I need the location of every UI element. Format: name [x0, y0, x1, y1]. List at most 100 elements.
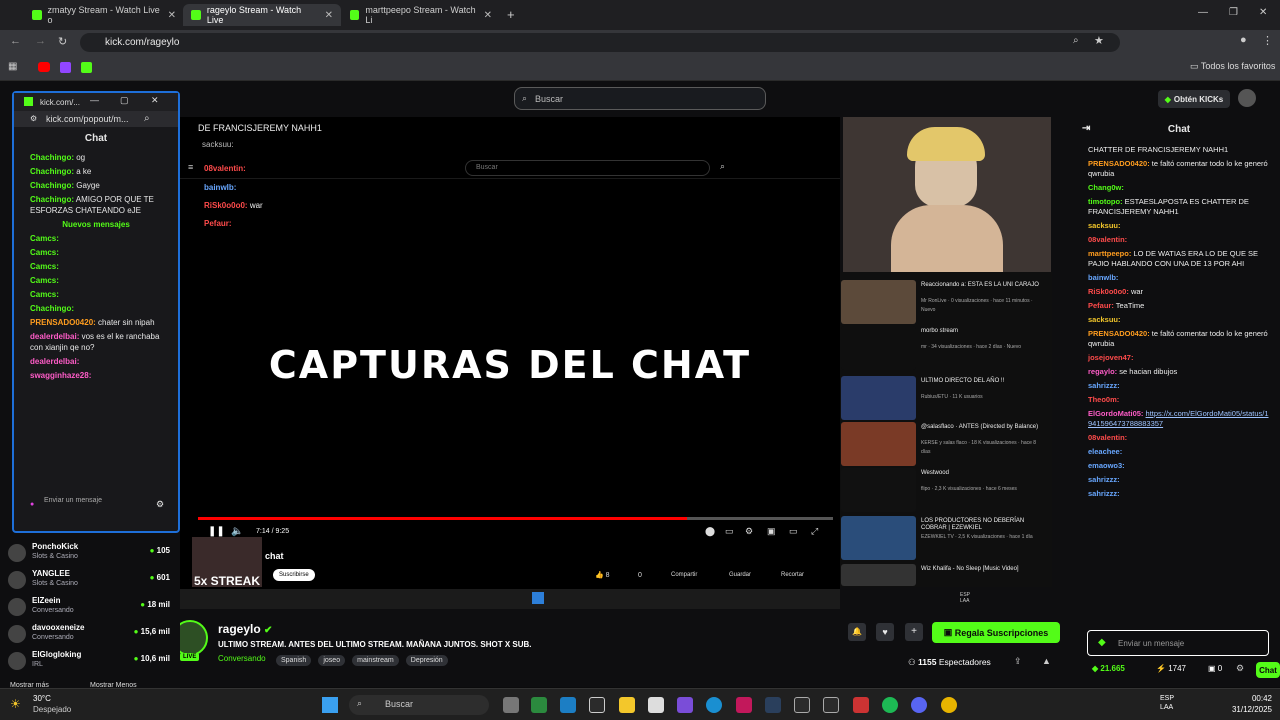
chat-username[interactable]: Chang0w:: [1088, 183, 1124, 192]
chat-username[interactable]: dealerdelbai:: [30, 357, 79, 366]
chat-username[interactable]: dealerdelbai:: [30, 332, 79, 341]
close-tab-icon[interactable]: ✕: [484, 10, 492, 21]
all-favorites-link[interactable]: ▭ Todos los favoritos: [1190, 61, 1275, 72]
chat-username[interactable]: swagginhaze28:: [30, 371, 91, 380]
close-icon[interactable]: ✕: [151, 95, 159, 106]
browser-tab-3[interactable]: marttpeepo Stream - Watch Li ✕: [342, 4, 500, 26]
channel-points[interactable]: ⚡ 1747: [1156, 664, 1186, 673]
autoplay-toggle[interactable]: ⬤: [705, 526, 715, 537]
zoom-icon[interactable]: ⌕: [144, 113, 150, 124]
suggested-video[interactable]: Wiz Khalifa - No Sleep [Music Video]: [840, 564, 1052, 586]
site-info-icon[interactable]: ⚙: [30, 114, 37, 123]
chat-username[interactable]: RiSk0o0o0:: [1088, 287, 1129, 296]
clip-button[interactable]: Recortar: [781, 572, 804, 578]
stream-category[interactable]: Conversando: [218, 654, 266, 663]
chat-username[interactable]: Camcs:: [30, 290, 59, 299]
chrome-icon[interactable]: [941, 697, 957, 713]
chat-username[interactable]: 08valentin:: [1088, 433, 1127, 442]
app-icon[interactable]: [736, 697, 752, 713]
chat-username[interactable]: marttpeepo:: [1088, 249, 1131, 258]
apps-grid-icon[interactable]: ▦: [8, 61, 17, 72]
stream-tag[interactable]: mainstream: [352, 655, 399, 666]
miniplayer-icon[interactable]: ▣: [767, 526, 776, 537]
url-field[interactable]: kick.com/rageylo: [80, 33, 1120, 52]
report-icon[interactable]: ▲: [1042, 656, 1051, 666]
save-button[interactable]: Guardar: [729, 572, 751, 578]
chat-username[interactable]: bainwlb:: [1088, 273, 1118, 282]
chat-username[interactable]: emaowo3:: [1088, 461, 1125, 470]
chat-username[interactable]: Theo0m:: [1088, 395, 1119, 404]
suggested-video[interactable]: Reaccionando a: ESTA ES LA UNI CARAJO Mr…: [840, 280, 1052, 326]
minimize-icon[interactable]: —: [1198, 7, 1208, 18]
close-tab-icon[interactable]: ✕: [325, 10, 333, 21]
suggested-video[interactable]: Westwood flipo · 2,3 K visualizaciones ·…: [840, 468, 1052, 514]
dislike-count[interactable]: 0: [638, 572, 642, 579]
edge-icon[interactable]: [706, 697, 722, 713]
pause-icon[interactable]: ❚❚: [208, 526, 225, 537]
minimize-icon[interactable]: —: [90, 95, 99, 105]
suggested-video[interactable]: @salasflaco · ANTES (Directed by Balance…: [840, 422, 1052, 468]
close-window-icon[interactable]: ✕: [1259, 7, 1267, 18]
chat-username[interactable]: PRENSADO0420:: [1088, 329, 1150, 338]
chat-username[interactable]: Chachingo:: [30, 195, 74, 204]
spotify-icon[interactable]: [882, 697, 898, 713]
chat-username[interactable]: timotopo:: [1088, 197, 1123, 206]
gift-subs-button[interactable]: ▣ Regala Suscripciones: [932, 622, 1060, 643]
site-search-input[interactable]: ⌕ Buscar: [514, 87, 766, 110]
following-item[interactable]: ElGlogloking IRL ● 10,6 mil: [8, 650, 178, 674]
chat-username[interactable]: Chachingo:: [30, 304, 74, 313]
stream-tag[interactable]: Depresión: [405, 655, 448, 666]
task-view-icon[interactable]: [503, 697, 519, 713]
chat-username[interactable]: sahrizzz:: [1088, 475, 1120, 484]
fullscreen-icon[interactable]: ⤢: [811, 526, 818, 537]
app-icon[interactable]: [677, 697, 693, 713]
theater-icon[interactable]: ▭: [789, 526, 798, 537]
steam-icon[interactable]: [794, 697, 810, 713]
streamer-name[interactable]: rageylo ✔: [218, 622, 272, 636]
profile-icon[interactable]: ●: [1240, 34, 1247, 46]
more-options-icon[interactable]: +: [905, 623, 923, 641]
collapse-chat-icon[interactable]: ⇥: [1082, 123, 1090, 134]
app-icon[interactable]: [765, 697, 781, 713]
settings-gear-icon[interactable]: ⚙: [745, 526, 753, 537]
stream-tag[interactable]: joseo: [318, 655, 346, 666]
chat-username[interactable]: Camcs:: [30, 262, 59, 271]
notification-bell-icon[interactable]: 🔔: [848, 623, 866, 641]
emote-picker-icon[interactable]: ◆: [1098, 637, 1106, 648]
following-item[interactable]: PonchoKick Slots & Casino ● 105: [8, 542, 178, 566]
share-icon[interactable]: ⇪: [1014, 656, 1022, 667]
new-tab-icon[interactable]: +: [507, 7, 515, 22]
chat-username[interactable]: Camcs:: [30, 248, 59, 257]
steam-icon[interactable]: [823, 697, 839, 713]
video-player[interactable]: DE FRANCISJEREMY NAHH1 sacksuu: ≡ Buscar…: [180, 117, 970, 609]
chat-username[interactable]: regaylo:: [1088, 367, 1117, 376]
chat-username[interactable]: josejoven47:: [1088, 353, 1133, 362]
app-icon[interactable]: [648, 697, 664, 713]
chat-username[interactable]: 08valentin:: [1088, 235, 1127, 244]
maximize-icon[interactable]: ❐: [1229, 7, 1238, 18]
chat-username[interactable]: PRENSADO0420:: [1088, 159, 1150, 168]
app-icon[interactable]: [560, 697, 576, 713]
folder-icon[interactable]: [619, 697, 635, 713]
settings-gear-icon[interactable]: ⚙: [156, 499, 164, 510]
subtitles-icon[interactable]: ▭: [725, 526, 734, 537]
emote-bar[interactable]: [1087, 609, 1267, 629]
browser-tab-2[interactable]: rageylo Stream - Watch Live ✕: [183, 4, 341, 26]
youtube-bookmark-icon[interactable]: [38, 62, 50, 72]
close-tab-icon[interactable]: ✕: [168, 10, 176, 21]
maximize-icon[interactable]: ▢: [120, 95, 129, 106]
chat-username[interactable]: Camcs:: [30, 276, 59, 285]
suggested-video[interactable]: morbo stream mr · 34 visualizaciones · h…: [840, 326, 1052, 372]
menu-icon[interactable]: ⋮: [1262, 34, 1273, 47]
follow-heart-icon[interactable]: ♥: [876, 623, 894, 641]
chat-username[interactable]: sacksuu:: [1088, 221, 1121, 230]
back-icon[interactable]: ←: [10, 35, 21, 47]
progress-track[interactable]: [198, 517, 833, 520]
chat-send-button[interactable]: Chat: [1256, 662, 1280, 678]
subscribe-button[interactable]: Suscribirse: [273, 569, 315, 581]
steam-icon[interactable]: [589, 697, 605, 713]
suggested-video[interactable]: ULTIMO DIRECTO DEL AÑO !! Rubius/ETU · 1…: [840, 376, 1052, 422]
app-icon[interactable]: [531, 697, 547, 713]
zoom-icon[interactable]: ⌕: [1073, 35, 1079, 46]
chat-username[interactable]: ElGordoMati05:: [1088, 409, 1143, 418]
